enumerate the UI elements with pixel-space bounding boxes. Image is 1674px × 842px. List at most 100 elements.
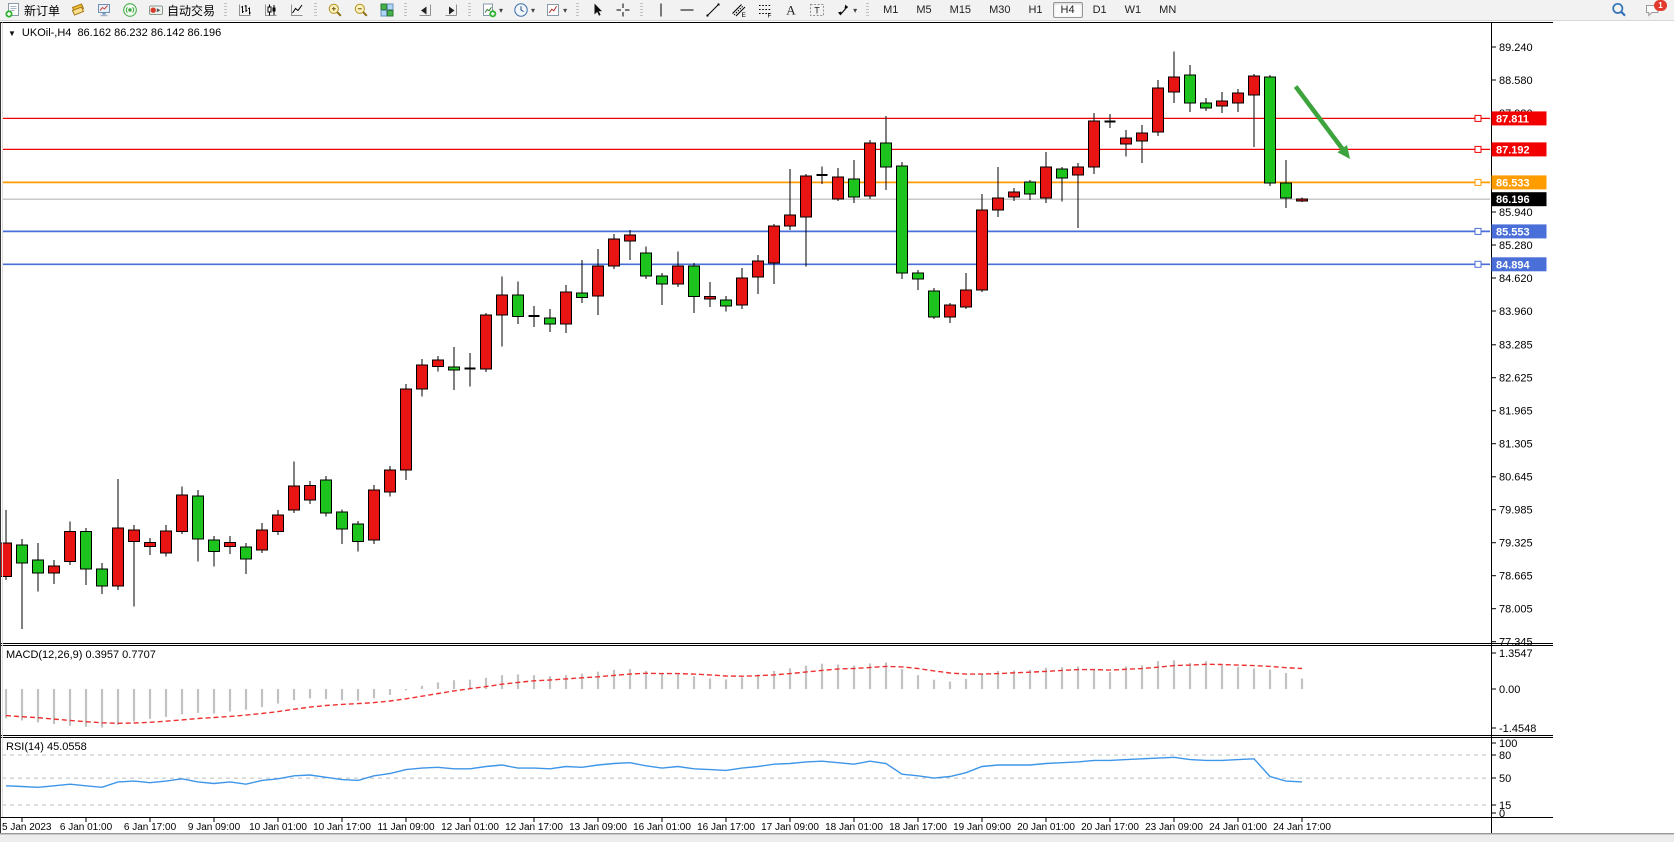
svg-text:85.553: 85.553 [1496, 226, 1530, 238]
svg-text:0: 0 [1499, 808, 1505, 820]
templates-button[interactable]: ▾ [541, 0, 571, 21]
new-order-button[interactable]: 新订单 [1, 0, 64, 21]
auto-scroll-button[interactable] [413, 0, 437, 21]
auto-scroll-icon [417, 2, 433, 18]
svg-text:82.625: 82.625 [1499, 373, 1533, 385]
svg-text:87.192: 87.192 [1496, 144, 1530, 156]
chart-shift-button[interactable] [439, 0, 463, 21]
svg-text:77.345: 77.345 [1499, 637, 1533, 649]
monitor-icon [96, 2, 112, 18]
svg-text:13 Jan 09:00: 13 Jan 09:00 [569, 822, 627, 833]
line-chart-button[interactable] [285, 0, 309, 21]
new-chart-button[interactable]: ▾ [477, 0, 507, 21]
chevron-down-icon: ▾ [563, 6, 567, 15]
svg-text:81.965: 81.965 [1499, 406, 1533, 418]
symbol-period-label: UKOil-,H4 [22, 27, 72, 39]
toolbar-right-group: 1 [1606, 0, 1674, 21]
chart-canvas[interactable]: 89.24088.58087.92085.94085.28084.62083.9… [0, 0, 1674, 841]
trendline-icon [705, 2, 721, 18]
cursor-icon [589, 2, 605, 18]
svg-text:-1.4548: -1.4548 [1499, 723, 1536, 735]
timeframe-d1-button[interactable]: D1 [1085, 2, 1115, 18]
svg-text:79.325: 79.325 [1499, 538, 1533, 550]
svg-text:23 Jan 09:00: 23 Jan 09:00 [1145, 822, 1203, 833]
svg-text:16 Jan 01:00: 16 Jan 01:00 [633, 822, 691, 833]
svg-text:12 Jan 01:00: 12 Jan 01:00 [441, 822, 499, 833]
notification-badge: 1 [1654, 0, 1667, 11]
tile-windows-button[interactable] [375, 0, 399, 21]
toolbar-separator [468, 3, 471, 18]
svg-text:5 Jan 2023: 5 Jan 2023 [2, 822, 52, 833]
timeframe-m15-button[interactable]: M15 [942, 2, 979, 18]
text-button[interactable]: A [779, 0, 803, 21]
candlestick-chart-button[interactable] [259, 0, 283, 21]
vertical-line-button[interactable] [649, 0, 673, 21]
equidistant-channel-button[interactable]: E [727, 0, 751, 21]
svg-text:86.196: 86.196 [1496, 194, 1530, 206]
auto-trading-button[interactable]: 自动交易 [144, 0, 219, 21]
signals-button[interactable] [118, 0, 142, 21]
svg-text:85.940: 85.940 [1499, 207, 1533, 219]
auto-trading-icon [148, 2, 164, 18]
svg-text:87.811: 87.811 [1496, 113, 1529, 125]
timeframe-m30-button[interactable]: M30 [981, 2, 1018, 18]
svg-text:E: E [742, 12, 747, 18]
profiles-button[interactable]: ▾ [509, 0, 539, 21]
market-watch-button[interactable] [92, 0, 116, 21]
fibo-icon: F [757, 2, 773, 18]
svg-text:18 Jan 01:00: 18 Jan 01:00 [825, 822, 883, 833]
bar-chart-button[interactable] [233, 0, 257, 21]
fibonacci-retracement-button[interactable]: F [753, 0, 777, 21]
zoom-out-icon [353, 2, 369, 18]
cursor-button[interactable] [585, 0, 609, 21]
svg-text:78.005: 78.005 [1499, 604, 1533, 616]
new-chart-icon [481, 2, 497, 18]
zoom-in-button[interactable] [323, 0, 347, 21]
svg-text:80: 80 [1499, 750, 1511, 762]
svg-text:20 Jan 17:00: 20 Jan 17:00 [1081, 822, 1139, 833]
crosshair-button[interactable] [611, 0, 635, 21]
chevron-down-icon: ▾ [531, 6, 535, 15]
label-icon: T [809, 2, 825, 18]
toolbar-separator [224, 3, 227, 18]
svg-text:19 Jan 09:00: 19 Jan 09:00 [953, 822, 1011, 833]
svg-text:50: 50 [1499, 773, 1511, 785]
timeframe-mn-button[interactable]: MN [1151, 2, 1184, 18]
timeframe-w1-button[interactable]: W1 [1117, 2, 1150, 18]
arrows-button[interactable]: ▾ [831, 0, 861, 21]
timeframe-m5-button[interactable]: M5 [908, 2, 939, 18]
text-label-button[interactable]: T [805, 0, 829, 21]
svg-text:24 Jan 01:00: 24 Jan 01:00 [1209, 822, 1267, 833]
svg-text:0.00: 0.00 [1499, 684, 1520, 696]
toolbar: 新订单 自动交易 ▾ ▾ ▾ E FAT ▾ M1M5M15M30H1H4D1W1MN 1 [0, 0, 1674, 21]
svg-text:10 Jan 01:00: 10 Jan 01:00 [249, 822, 307, 833]
svg-text:16 Jan 17:00: 16 Jan 17:00 [697, 822, 755, 833]
crosshair-icon [615, 2, 631, 18]
zoom-out-button[interactable] [349, 0, 373, 21]
collapse-chart-icon[interactable]: ▼ [8, 29, 16, 38]
auto-trading-label: 自动交易 [167, 2, 215, 19]
svg-text:A: A [786, 3, 796, 18]
hline-icon [679, 2, 695, 18]
toolbar-separator [404, 3, 407, 18]
svg-text:100: 100 [1499, 738, 1517, 750]
timeframe-h4-button[interactable]: H4 [1053, 2, 1083, 18]
charts-book-button[interactable] [66, 0, 90, 21]
search-icon [1611, 2, 1627, 18]
chat-button[interactable]: 1 [1641, 0, 1665, 21]
horizontal-line-button[interactable] [675, 0, 699, 21]
rsi-indicator-label: RSI(14) 45.0558 [6, 741, 87, 753]
svg-text:89.240: 89.240 [1499, 42, 1533, 54]
svg-text:18 Jan 17:00: 18 Jan 17:00 [889, 822, 947, 833]
timeframe-h1-button[interactable]: H1 [1020, 2, 1050, 18]
zoom-in-icon [327, 2, 343, 18]
svg-text:1.3547: 1.3547 [1499, 648, 1533, 660]
toolbar-separator [576, 3, 579, 18]
timeframe-m1-button[interactable]: M1 [875, 2, 906, 18]
svg-text:88.580: 88.580 [1499, 75, 1533, 87]
trendline-button[interactable] [701, 0, 725, 21]
chart-symbol-ohlc: ▼ UKOil-,H4 86.162 86.232 86.142 86.196 [8, 27, 221, 39]
ohlc-values: 86.162 86.232 86.142 86.196 [77, 27, 221, 39]
search-button[interactable] [1607, 0, 1631, 21]
svg-text:10 Jan 17:00: 10 Jan 17:00 [313, 822, 371, 833]
